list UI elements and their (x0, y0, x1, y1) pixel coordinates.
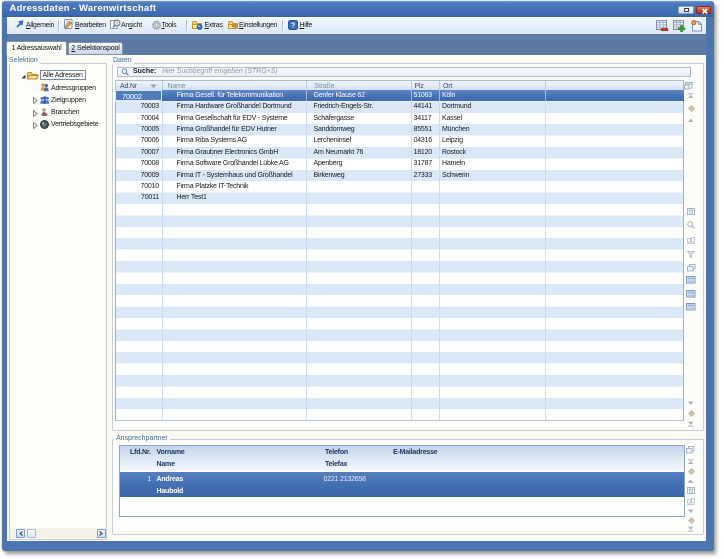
svg-text:?: ? (290, 20, 295, 29)
